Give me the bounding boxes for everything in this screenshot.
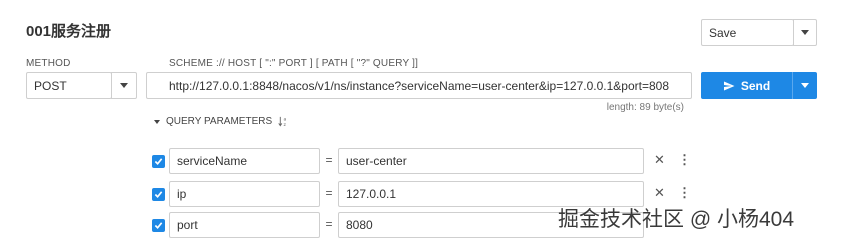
- svg-text:a: a: [284, 118, 287, 123]
- send-label: Send: [740, 78, 771, 93]
- param-key: port: [177, 218, 198, 232]
- param-equals: =: [325, 217, 333, 231]
- save-dropdown-button[interactable]: [793, 19, 817, 46]
- param-equals: =: [325, 153, 333, 167]
- url-value: http://127.0.0.1:8848/nacos/v1/ns/instan…: [169, 78, 669, 93]
- more-options-icon[interactable]: ⋮: [678, 185, 691, 201]
- chevron-down-icon: [801, 83, 809, 88]
- watermark-text: 掘金技术社区 @ 小杨404: [558, 208, 795, 231]
- request-title: 001服务注册: [26, 23, 112, 40]
- method-select[interactable]: POST: [26, 72, 112, 99]
- method-value: POST: [34, 78, 67, 93]
- check-icon: [154, 191, 163, 198]
- param-key-input[interactable]: ip: [169, 181, 320, 207]
- svg-text:z: z: [284, 123, 287, 127]
- param-key-input[interactable]: serviceName: [169, 148, 320, 174]
- url-format-label: SCHEME :// HOST [ ":" PORT ] [ PATH [ "?…: [169, 58, 419, 69]
- remove-param-icon[interactable]: ✕: [654, 152, 665, 168]
- send-dropdown-button[interactable]: [792, 72, 817, 99]
- sort-icon[interactable]: a z: [278, 116, 289, 127]
- param-equals: =: [325, 186, 333, 200]
- save-label: Save: [709, 25, 737, 40]
- query-params-header: QUERY PARAMETERS: [166, 116, 273, 127]
- check-icon: [154, 222, 163, 229]
- param-checkbox[interactable]: [152, 155, 165, 168]
- method-label: METHOD: [26, 58, 71, 69]
- url-input[interactable]: http://127.0.0.1:8848/nacos/v1/ns/instan…: [146, 72, 692, 99]
- param-checkbox[interactable]: [152, 219, 165, 232]
- save-button[interactable]: Save: [701, 19, 794, 46]
- query-params-toggle[interactable]: QUERY PARAMETERS a z: [154, 116, 289, 127]
- param-value: 8080: [346, 218, 373, 232]
- send-button[interactable]: Send: [701, 72, 792, 99]
- chevron-down-icon: [120, 83, 128, 88]
- method-dropdown-button[interactable]: [111, 72, 137, 99]
- param-value: 127.0.0.1: [346, 187, 397, 201]
- send-icon: [723, 81, 735, 90]
- param-key-input[interactable]: port: [169, 212, 320, 238]
- param-value: user-center: [346, 154, 407, 168]
- param-key: ip: [177, 187, 187, 201]
- caret-down-icon: [154, 119, 160, 124]
- param-value-input[interactable]: user-center: [338, 148, 644, 174]
- url-length: length: 89 byte(s): [606, 102, 684, 113]
- param-key: serviceName: [177, 154, 248, 168]
- more-options-icon[interactable]: ⋮: [678, 152, 691, 168]
- param-checkbox[interactable]: [152, 188, 165, 201]
- check-icon: [154, 158, 163, 165]
- chevron-down-icon: [801, 30, 809, 35]
- remove-param-icon[interactable]: ✕: [654, 185, 665, 201]
